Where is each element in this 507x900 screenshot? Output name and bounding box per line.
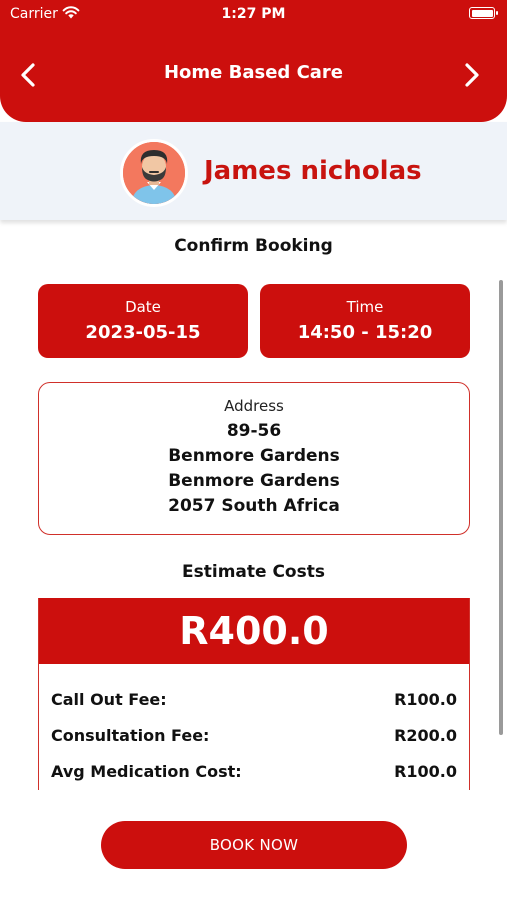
- time-value: 14:50 - 15:20: [297, 322, 433, 343]
- cost-row: Call Out Fee: R100.0: [51, 690, 457, 709]
- cost-item-value: R100.0: [394, 762, 457, 781]
- next-chevron-icon[interactable]: [455, 58, 489, 92]
- cost-summary: R400.0 Call Out Fee: R100.0 Consultation…: [38, 598, 470, 790]
- cost-item-label: Call Out Fee:: [51, 690, 167, 709]
- book-now-button[interactable]: BOOK NOW: [101, 821, 407, 869]
- address-line: 89-56: [226, 421, 282, 441]
- cost-item-label: Avg Medication Cost:: [51, 762, 242, 781]
- address-line: Benmore Gardens: [168, 446, 340, 466]
- status-time: 1:27 PM: [221, 6, 286, 22]
- app-header: Carrier 1:27 PM Home Based Care: [0, 0, 507, 122]
- cost-item-value: R100.0: [394, 690, 457, 709]
- time-label: Time: [346, 298, 384, 316]
- scrollbar[interactable]: [499, 280, 503, 735]
- cost-row: Consultation Fee: R200.0: [51, 726, 457, 745]
- date-value: 2023-05-15: [85, 322, 201, 343]
- confirm-booking-heading: Confirm Booking: [174, 236, 333, 256]
- address-line: Benmore Gardens: [168, 471, 340, 491]
- avatar-icon: [120, 139, 188, 207]
- status-bar: Carrier 1:27 PM: [0, 0, 507, 28]
- date-card: Date 2023-05-15: [38, 284, 248, 358]
- patient-profile: James nicholas: [0, 122, 507, 220]
- cost-item-label: Consultation Fee:: [51, 726, 210, 745]
- patient-name: James nicholas: [204, 156, 422, 186]
- cost-row: Avg Medication Cost: R100.0: [51, 762, 457, 781]
- page-title: Home Based Care: [163, 62, 344, 83]
- address-card: Address 89-56 Benmore Gardens Benmore Ga…: [38, 382, 470, 535]
- address-label: Address: [224, 397, 284, 415]
- battery-icon: [469, 7, 498, 19]
- cost-total: R400.0: [39, 598, 469, 664]
- estimate-costs-heading: Estimate Costs: [182, 562, 325, 582]
- address-line: 2057 South Africa: [168, 496, 340, 516]
- time-card: Time 14:50 - 15:20: [260, 284, 470, 358]
- date-label: Date: [125, 298, 161, 316]
- cost-item-value: R200.0: [394, 726, 457, 745]
